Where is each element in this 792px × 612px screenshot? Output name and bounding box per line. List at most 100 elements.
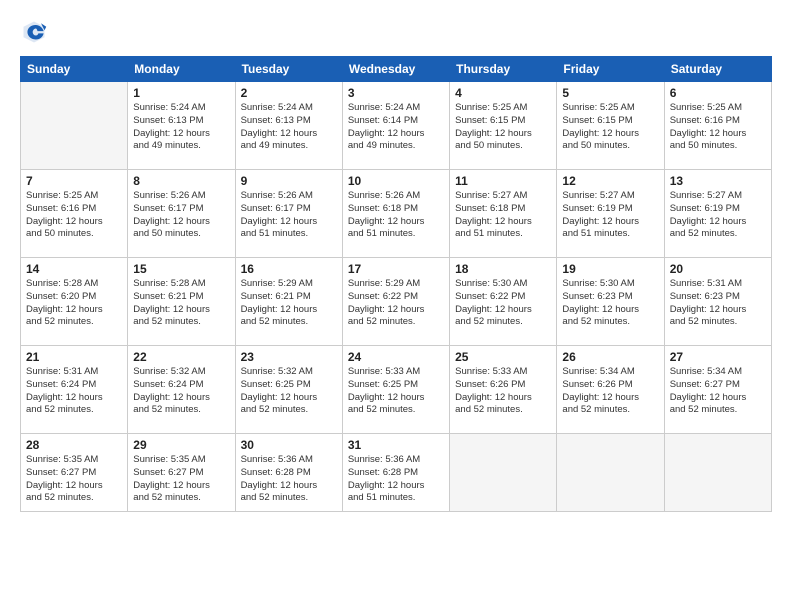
calendar-cell: 24Sunrise: 5:33 AM Sunset: 6:25 PM Dayli… — [342, 346, 449, 434]
day-number: 22 — [133, 350, 229, 364]
day-number: 28 — [26, 438, 122, 452]
week-row-3: 14 Sunrise: 5:28 AM Sunset: 6:20 PM Dayli… — [21, 258, 772, 346]
day-info: Sunrise: 5:30 AM Sunset: 6:23 PM Dayligh… — [562, 278, 658, 329]
day-number: 10 — [348, 174, 444, 188]
calendar-cell: 4 Sunrise: 5:25 AM Sunset: 6:15 PM Daylig… — [450, 82, 557, 170]
weekday-header-row: SundayMondayTuesdayWednesdayThursdayFrid… — [21, 57, 772, 82]
day-number: 23 — [241, 350, 337, 364]
day-info: Sunrise: 5:32 AM Sunset: 6:25 PM Dayligh… — [241, 366, 337, 417]
day-info: Sunrise: 5:24 AM Sunset: 6:13 PM Dayligh… — [133, 102, 229, 153]
day-info: Sunrise: 5:27 AM Sunset: 6:18 PM Dayligh… — [455, 190, 551, 241]
calendar-cell: 8Sunrise: 5:26 AM Sunset: 6:17 PM Daylig… — [128, 170, 235, 258]
day-number: 21 — [26, 350, 122, 364]
day-number: 6 — [670, 86, 766, 100]
day-number: 19 — [562, 262, 658, 276]
day-number: 17 — [348, 262, 444, 276]
calendar-cell: 18 Sunrise: 5:30 AM Sunset: 6:22 PM Dayli… — [450, 258, 557, 346]
calendar-cell: 29 Sunrise: 5:35 AM Sunset: 6:27 PM Dayli… — [128, 434, 235, 512]
week-row-2: 7 Sunrise: 5:25 AM Sunset: 6:16 PM Daylig… — [21, 170, 772, 258]
day-number: 25 — [455, 350, 551, 364]
day-number: 4 — [455, 86, 551, 100]
calendar-cell: 23 Sunrise: 5:32 AM Sunset: 6:25 PM Dayli… — [235, 346, 342, 434]
calendar-cell: 1Sunrise: 5:24 AM Sunset: 6:13 PM Daylig… — [128, 82, 235, 170]
calendar-cell: 17 Sunrise: 5:29 AM Sunset: 6:22 PM Dayli… — [342, 258, 449, 346]
day-info: Sunrise: 5:31 AM Sunset: 6:24 PM Dayligh… — [26, 366, 122, 417]
day-number: 3 — [348, 86, 444, 100]
calendar-cell: 19 Sunrise: 5:30 AM Sunset: 6:23 PM Dayli… — [557, 258, 664, 346]
weekday-header-saturday: Saturday — [664, 57, 771, 82]
day-info: Sunrise: 5:25 AM Sunset: 6:16 PM Dayligh… — [26, 190, 122, 241]
calendar-cell: 15Sunrise: 5:28 AM Sunset: 6:21 PM Dayli… — [128, 258, 235, 346]
day-number: 15 — [133, 262, 229, 276]
logo-icon — [20, 18, 48, 46]
day-number: 26 — [562, 350, 658, 364]
week-row-4: 21 Sunrise: 5:31 AM Sunset: 6:24 PM Dayli… — [21, 346, 772, 434]
day-info: Sunrise: 5:24 AM Sunset: 6:14 PM Dayligh… — [348, 102, 444, 153]
calendar-cell: 2 Sunrise: 5:24 AM Sunset: 6:13 PM Daylig… — [235, 82, 342, 170]
day-number: 11 — [455, 174, 551, 188]
calendar-cell — [664, 434, 771, 512]
calendar-cell: 26Sunrise: 5:34 AM Sunset: 6:26 PM Dayli… — [557, 346, 664, 434]
day-info: Sunrise: 5:31 AM Sunset: 6:23 PM Dayligh… — [670, 278, 766, 329]
weekday-header-monday: Monday — [128, 57, 235, 82]
day-info: Sunrise: 5:28 AM Sunset: 6:20 PM Dayligh… — [26, 278, 122, 329]
calendar-cell: 27Sunrise: 5:34 AM Sunset: 6:27 PM Dayli… — [664, 346, 771, 434]
day-info: Sunrise: 5:25 AM Sunset: 6:15 PM Dayligh… — [455, 102, 551, 153]
day-info: Sunrise: 5:33 AM Sunset: 6:26 PM Dayligh… — [455, 366, 551, 417]
calendar-cell: 16Sunrise: 5:29 AM Sunset: 6:21 PM Dayli… — [235, 258, 342, 346]
calendar-cell: 12 Sunrise: 5:27 AM Sunset: 6:19 PM Dayli… — [557, 170, 664, 258]
calendar-cell: 30 Sunrise: 5:36 AM Sunset: 6:28 PM Dayli… — [235, 434, 342, 512]
day-info: Sunrise: 5:35 AM Sunset: 6:27 PM Dayligh… — [26, 454, 122, 505]
day-number: 8 — [133, 174, 229, 188]
day-info: Sunrise: 5:36 AM Sunset: 6:28 PM Dayligh… — [348, 454, 444, 505]
calendar-table: SundayMondayTuesdayWednesdayThursdayFrid… — [20, 56, 772, 512]
day-info: Sunrise: 5:27 AM Sunset: 6:19 PM Dayligh… — [562, 190, 658, 241]
day-info: Sunrise: 5:35 AM Sunset: 6:27 PM Dayligh… — [133, 454, 229, 505]
week-row-1: 1Sunrise: 5:24 AM Sunset: 6:13 PM Daylig… — [21, 82, 772, 170]
calendar-cell: 25 Sunrise: 5:33 AM Sunset: 6:26 PM Dayli… — [450, 346, 557, 434]
weekday-header-tuesday: Tuesday — [235, 57, 342, 82]
day-number: 2 — [241, 86, 337, 100]
day-info: Sunrise: 5:32 AM Sunset: 6:24 PM Dayligh… — [133, 366, 229, 417]
weekday-header-thursday: Thursday — [450, 57, 557, 82]
day-number: 16 — [241, 262, 337, 276]
weekday-header-sunday: Sunday — [21, 57, 128, 82]
calendar-cell: 20 Sunrise: 5:31 AM Sunset: 6:23 PM Dayli… — [664, 258, 771, 346]
day-info: Sunrise: 5:25 AM Sunset: 6:15 PM Dayligh… — [562, 102, 658, 153]
day-info: Sunrise: 5:34 AM Sunset: 6:27 PM Dayligh… — [670, 366, 766, 417]
day-number: 13 — [670, 174, 766, 188]
day-number: 7 — [26, 174, 122, 188]
day-number: 14 — [26, 262, 122, 276]
day-info: Sunrise: 5:27 AM Sunset: 6:19 PM Dayligh… — [670, 190, 766, 241]
calendar-cell — [450, 434, 557, 512]
calendar-cell: 31 Sunrise: 5:36 AM Sunset: 6:28 PM Dayli… — [342, 434, 449, 512]
day-info: Sunrise: 5:26 AM Sunset: 6:17 PM Dayligh… — [241, 190, 337, 241]
calendar-cell: 6 Sunrise: 5:25 AM Sunset: 6:16 PM Daylig… — [664, 82, 771, 170]
calendar-cell: 28 Sunrise: 5:35 AM Sunset: 6:27 PM Dayli… — [21, 434, 128, 512]
weekday-header-friday: Friday — [557, 57, 664, 82]
day-info: Sunrise: 5:30 AM Sunset: 6:22 PM Dayligh… — [455, 278, 551, 329]
day-number: 20 — [670, 262, 766, 276]
day-info: Sunrise: 5:26 AM Sunset: 6:18 PM Dayligh… — [348, 190, 444, 241]
day-info: Sunrise: 5:24 AM Sunset: 6:13 PM Dayligh… — [241, 102, 337, 153]
calendar-cell — [21, 82, 128, 170]
day-number: 30 — [241, 438, 337, 452]
day-number: 9 — [241, 174, 337, 188]
day-number: 12 — [562, 174, 658, 188]
calendar-cell: 3 Sunrise: 5:24 AM Sunset: 6:14 PM Daylig… — [342, 82, 449, 170]
weekday-header-wednesday: Wednesday — [342, 57, 449, 82]
calendar-cell: 22 Sunrise: 5:32 AM Sunset: 6:24 PM Dayli… — [128, 346, 235, 434]
day-info: Sunrise: 5:29 AM Sunset: 6:22 PM Dayligh… — [348, 278, 444, 329]
day-number: 5 — [562, 86, 658, 100]
day-number: 31 — [348, 438, 444, 452]
day-number: 29 — [133, 438, 229, 452]
calendar-cell: 14 Sunrise: 5:28 AM Sunset: 6:20 PM Dayli… — [21, 258, 128, 346]
calendar-cell: 10 Sunrise: 5:26 AM Sunset: 6:18 PM Dayli… — [342, 170, 449, 258]
day-info: Sunrise: 5:36 AM Sunset: 6:28 PM Dayligh… — [241, 454, 337, 505]
day-info: Sunrise: 5:33 AM Sunset: 6:25 PM Dayligh… — [348, 366, 444, 417]
logo — [20, 18, 52, 46]
day-info: Sunrise: 5:25 AM Sunset: 6:16 PM Dayligh… — [670, 102, 766, 153]
day-number: 18 — [455, 262, 551, 276]
calendar-cell — [557, 434, 664, 512]
calendar-cell: 7 Sunrise: 5:25 AM Sunset: 6:16 PM Daylig… — [21, 170, 128, 258]
